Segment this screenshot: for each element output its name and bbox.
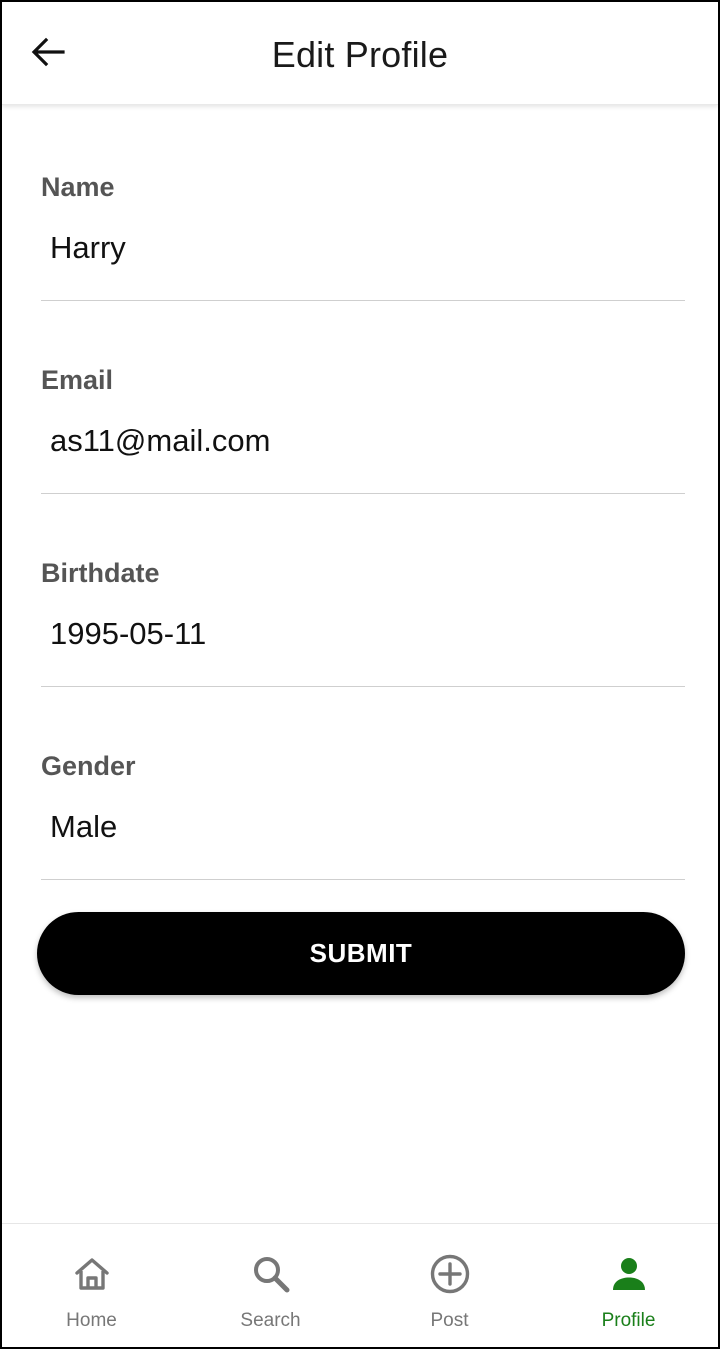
email-field-group: Email — [41, 316, 685, 496]
nav-label-post: Post — [430, 1310, 469, 1331]
birthdate-field-group: Birthdate — [41, 509, 685, 689]
person-icon — [607, 1252, 651, 1296]
email-label: Email — [41, 365, 114, 395]
gender-underline — [41, 879, 685, 880]
nav-item-profile[interactable]: Profile — [539, 1224, 718, 1347]
page-title: Edit Profile — [271, 34, 449, 75]
nav-label-home: Home — [66, 1310, 117, 1331]
email-input[interactable] — [41, 416, 685, 466]
birthdate-label: Birthdate — [41, 558, 160, 588]
nav-item-home[interactable]: Home — [2, 1224, 181, 1347]
submit-button[interactable]: SUBMIT — [37, 912, 685, 995]
gender-input[interactable] — [41, 802, 685, 852]
bottom-navigation: Home Search Post Profile — [2, 1223, 718, 1347]
add-circle-icon — [428, 1252, 472, 1296]
nav-label-profile: Profile — [601, 1310, 656, 1331]
name-field-group: Name — [41, 123, 685, 303]
name-label: Name — [41, 172, 115, 202]
birthdate-underline — [41, 686, 685, 687]
gender-field-group: Gender — [41, 702, 685, 882]
nav-item-search[interactable]: Search — [181, 1224, 360, 1347]
nav-label-search: Search — [240, 1310, 301, 1331]
search-icon — [249, 1252, 293, 1296]
birthdate-input[interactable] — [41, 609, 685, 659]
home-icon — [70, 1252, 114, 1296]
email-underline — [41, 493, 685, 494]
app-screen: Edit Profile Name Email Birthdate Gender… — [0, 0, 720, 1349]
nav-item-post[interactable]: Post — [360, 1224, 539, 1347]
gender-label: Gender — [41, 751, 136, 781]
name-input[interactable] — [41, 223, 685, 273]
top-app-bar: Edit Profile — [2, 2, 718, 105]
name-underline — [41, 300, 685, 301]
